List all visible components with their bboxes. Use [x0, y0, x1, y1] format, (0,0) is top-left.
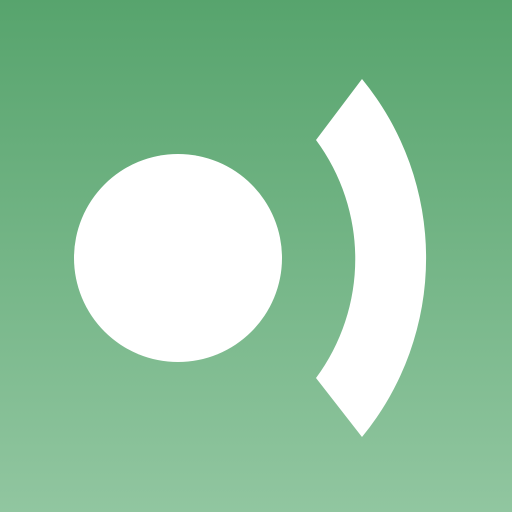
dot-shape: [74, 154, 282, 362]
app-icon: [0, 0, 512, 512]
app-icon-graphic: [0, 0, 512, 512]
